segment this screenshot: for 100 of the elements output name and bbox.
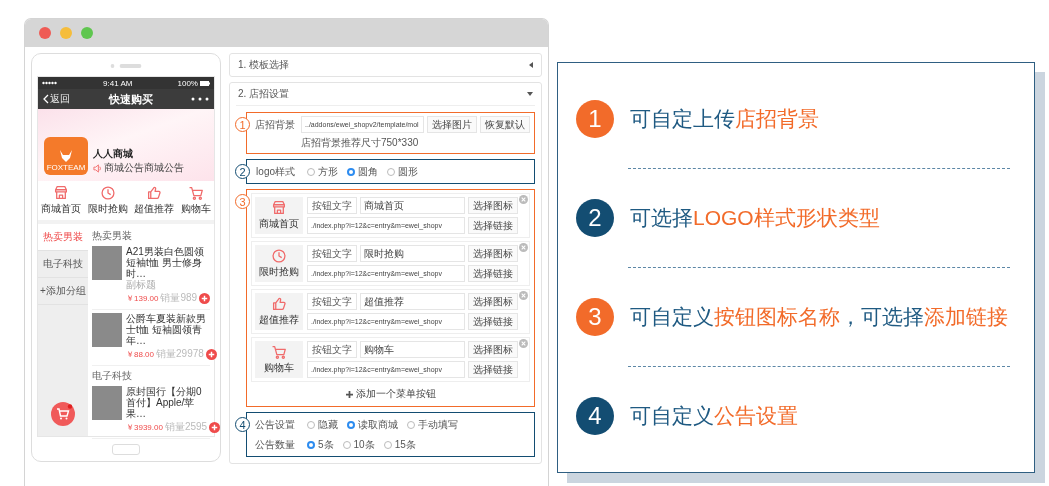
radio-label: 方形 bbox=[318, 164, 338, 179]
back-button[interactable]: 返回 bbox=[43, 92, 70, 106]
step-number: 2 bbox=[576, 199, 614, 237]
feature-description: 可自定义按钮图标名称，可选择添加链接 bbox=[630, 304, 1008, 330]
signal-icon bbox=[42, 81, 58, 85]
add-to-cart-button[interactable] bbox=[199, 292, 211, 304]
panel-title: 2. 店招设置 bbox=[238, 87, 290, 101]
field-label: 店招背景 bbox=[254, 117, 296, 132]
delete-icon[interactable] bbox=[519, 339, 528, 348]
radio-button[interactable] bbox=[307, 167, 315, 176]
button-text-field[interactable]: 商城首页 bbox=[360, 197, 465, 214]
field-label: 按钮文字 bbox=[307, 245, 357, 262]
shop-name: 人人商城 bbox=[93, 147, 134, 161]
choose-link-button[interactable]: 选择链接 bbox=[468, 265, 518, 282]
fox-icon bbox=[58, 149, 74, 163]
status-time: 9:41 AM bbox=[103, 78, 133, 88]
caret-left-icon bbox=[529, 62, 533, 68]
menu-button-label: 购物车 bbox=[264, 360, 294, 375]
add-to-cart-button[interactable] bbox=[205, 348, 217, 360]
caret-down-icon bbox=[527, 92, 533, 96]
plus-icon bbox=[345, 390, 353, 398]
clock-icon bbox=[272, 248, 286, 263]
field-label: 按钮文字 bbox=[307, 293, 357, 310]
window-control-button[interactable] bbox=[39, 27, 51, 39]
shop-notice: 商城公告商城公告 bbox=[104, 161, 184, 175]
radio-button[interactable] bbox=[383, 440, 392, 449]
home-button[interactable] bbox=[112, 444, 140, 455]
sales-count: 销量29978 bbox=[156, 347, 204, 361]
feature-description: 可自定义公告设置 bbox=[630, 403, 798, 429]
product-price: ￥139.00 bbox=[126, 292, 159, 304]
panel-header[interactable]: 1. 模板选择 bbox=[230, 54, 541, 76]
radio-label: 圆角 bbox=[358, 164, 378, 179]
add-to-cart-button[interactable] bbox=[209, 421, 221, 433]
product-title[interactable]: 原封国行【分期0首付】Apple/苹果… bbox=[126, 386, 210, 419]
button-text-field[interactable]: 超值推荐 bbox=[360, 293, 465, 310]
radio-button[interactable] bbox=[307, 440, 315, 449]
menu-button-label: 限时抢购 bbox=[259, 264, 299, 279]
product-photo bbox=[92, 313, 122, 347]
product-photo bbox=[92, 386, 122, 420]
button-text-field[interactable]: 购物车 bbox=[360, 341, 465, 358]
field-label: 按钮文字 bbox=[307, 197, 357, 214]
radio-button[interactable] bbox=[347, 420, 355, 429]
choose-icon-button[interactable]: 选择图标 bbox=[468, 293, 518, 310]
menu-button-label: 超值推荐 bbox=[259, 312, 299, 327]
page-title: 快速购买 bbox=[108, 91, 153, 107]
size-hint: 店招背景推荐尺寸750*330 bbox=[300, 136, 420, 150]
delete-icon[interactable] bbox=[519, 195, 528, 204]
choose-link-button[interactable]: 选择链接 bbox=[468, 217, 518, 234]
step-marker: 1 bbox=[235, 117, 250, 132]
step-marker: 2 bbox=[235, 164, 250, 179]
step-marker: 4 bbox=[235, 417, 250, 432]
button-text-field[interactable]: 限时抢购 bbox=[360, 245, 465, 262]
cart-icon bbox=[188, 186, 203, 200]
radio-button[interactable] bbox=[387, 167, 395, 176]
product-title[interactable]: A21男装白色圆领短袖t恤 男士修身时… bbox=[126, 246, 210, 279]
floating-cart-button[interactable] bbox=[51, 402, 75, 426]
shortcut-label[interactable]: 购物车 bbox=[180, 202, 211, 216]
radio-button[interactable] bbox=[407, 420, 415, 429]
step-number: 4 bbox=[576, 397, 614, 435]
more-icon[interactable] bbox=[191, 97, 209, 101]
choose-link-button[interactable]: 选择链接 bbox=[468, 361, 518, 378]
product-title[interactable]: 公爵车夏装新款男士t恤 短袖圆领青年… bbox=[126, 313, 210, 346]
window-control-button[interactable] bbox=[81, 27, 93, 39]
radio-button[interactable] bbox=[307, 420, 315, 429]
radio-button[interactable] bbox=[342, 440, 351, 449]
product-photo bbox=[92, 246, 122, 280]
choose-icon-button[interactable]: 选择图标 bbox=[468, 197, 518, 214]
menu-button-label: 商城首页 bbox=[259, 216, 299, 231]
battery-icon bbox=[200, 80, 210, 86]
category-tab[interactable]: +添加分组 bbox=[38, 278, 88, 305]
delete-icon[interactable] bbox=[519, 291, 528, 300]
shortcut-label[interactable]: 超值推荐 bbox=[134, 202, 175, 216]
category-tab[interactable]: 热卖男装 bbox=[38, 224, 88, 251]
chevron-left-icon bbox=[43, 94, 49, 104]
clock-icon bbox=[100, 186, 115, 200]
radio-button[interactable] bbox=[347, 167, 355, 176]
image-button[interactable]: 恢复默认 bbox=[480, 116, 530, 133]
radio-label: 15条 bbox=[394, 437, 416, 452]
category-tab[interactable]: 电子科技 bbox=[38, 251, 88, 278]
shortcut-label[interactable]: 限时抢购 bbox=[87, 202, 128, 216]
field-label: 公告设置 bbox=[254, 417, 296, 432]
panel-header[interactable]: 2. 店招设置 bbox=[230, 83, 541, 105]
thumbs-up-icon bbox=[147, 186, 162, 200]
radio-label: 读取商城 bbox=[358, 417, 398, 432]
image-button[interactable]: 选择图片 bbox=[427, 116, 477, 133]
choose-icon-button[interactable]: 选择图标 bbox=[468, 341, 518, 358]
camera-icon bbox=[110, 64, 115, 68]
delete-icon[interactable] bbox=[519, 243, 528, 252]
field-label: 按钮文字 bbox=[307, 341, 357, 358]
choose-icon-button[interactable]: 选择图标 bbox=[468, 245, 518, 262]
shortcut-label[interactable]: 商城首页 bbox=[41, 202, 82, 216]
section-heading: 电子科技 bbox=[92, 369, 133, 383]
battery-level: 100% bbox=[177, 78, 198, 88]
logo-text: FOXTEAM bbox=[46, 163, 86, 172]
window-control-button[interactable] bbox=[60, 27, 72, 39]
sales-count: 销量2595 bbox=[164, 420, 208, 434]
step-number: 1 bbox=[576, 100, 614, 138]
choose-link-button[interactable]: 选择链接 bbox=[468, 313, 518, 330]
radio-label: 圆形 bbox=[398, 164, 418, 179]
step-number: 3 bbox=[576, 298, 614, 336]
